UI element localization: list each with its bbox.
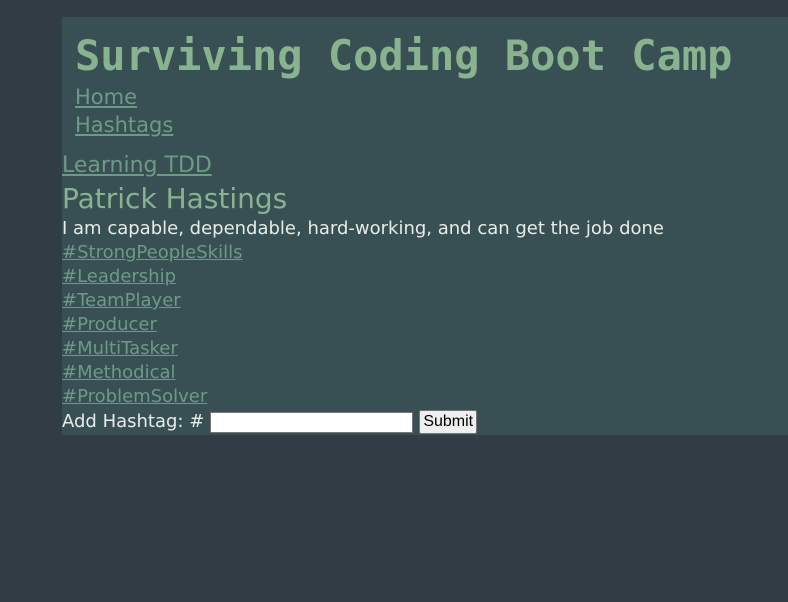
add-hashtag-label: Add Hashtag: # bbox=[62, 411, 205, 432]
main-nav: Home Hashtags bbox=[75, 83, 173, 139]
hashtag-input[interactable] bbox=[210, 411, 414, 433]
hashtag-link[interactable]: #ProblemSolver bbox=[62, 385, 242, 409]
post-link-learning-tdd[interactable]: Learning TDD bbox=[62, 152, 212, 180]
author-bio: I am capable, dependable, hard-working, … bbox=[62, 218, 664, 239]
nav-link-hashtags[interactable]: Hashtags bbox=[75, 111, 173, 139]
author-name: Patrick Hastings bbox=[62, 182, 288, 215]
content-panel: Surviving Coding Boot Camp Home Hashtags… bbox=[62, 17, 788, 435]
add-hashtag-form: Add Hashtag: # Submit bbox=[62, 409, 478, 435]
hashtag-link[interactable]: #TeamPlayer bbox=[62, 289, 242, 313]
hashtag-link[interactable]: #Methodical bbox=[62, 361, 242, 385]
hashtag-list: #StrongPeopleSkills #Leadership #TeamPla… bbox=[62, 241, 242, 409]
hashtag-link[interactable]: #MultiTasker bbox=[62, 337, 242, 361]
submit-button[interactable]: Submit bbox=[419, 410, 478, 434]
site-title: Surviving Coding Boot Camp bbox=[75, 31, 733, 80]
hashtag-link[interactable]: #Producer bbox=[62, 313, 242, 337]
hashtag-link[interactable]: #StrongPeopleSkills bbox=[62, 241, 242, 265]
nav-link-home[interactable]: Home bbox=[75, 83, 173, 111]
hashtag-link[interactable]: #Leadership bbox=[62, 265, 242, 289]
